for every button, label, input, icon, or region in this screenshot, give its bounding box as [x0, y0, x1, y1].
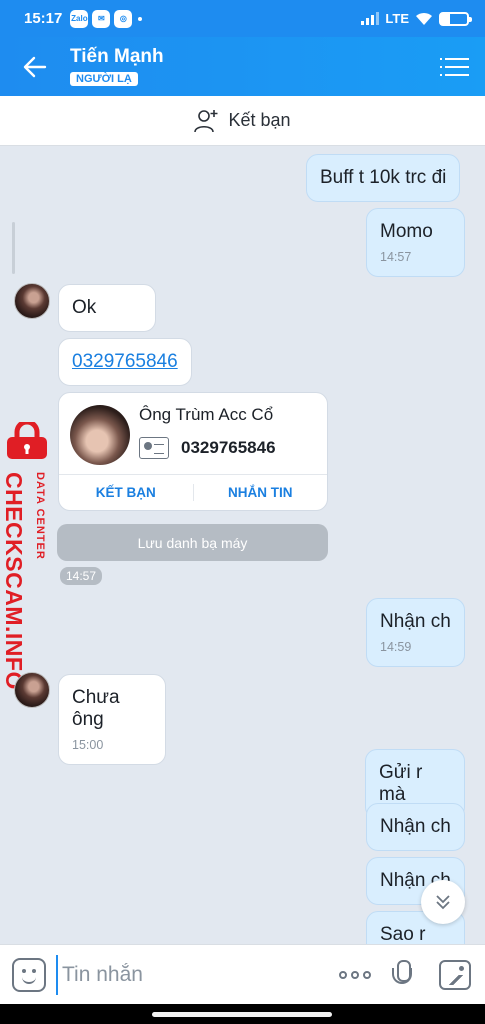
scroll-indicator — [12, 222, 15, 274]
messenger-icon: ✉ — [92, 9, 111, 28]
status-right: LTE — [361, 11, 472, 26]
lock-icon — [7, 422, 47, 459]
watermark: DATA CENTER CHECKSCAM.INFO — [1, 422, 56, 690]
message-time: 15:00 — [72, 738, 104, 752]
message-input[interactable] — [56, 954, 337, 995]
back-arrow-icon — [23, 56, 47, 77]
phone-link[interactable]: 0329765846 — [72, 351, 178, 373]
signal-icon — [361, 12, 380, 25]
message-input-bar — [0, 944, 485, 1004]
message-bubble[interactable]: Nhận ch — [366, 803, 465, 851]
system-nav-bar — [0, 1004, 485, 1024]
contact-avatar[interactable] — [14, 672, 50, 708]
chat-title[interactable]: Tiến Mạnh NGƯỜI LẠ — [70, 46, 429, 87]
more-icon[interactable] — [337, 958, 373, 992]
contact-card[interactable]: Ông Trùm Acc Cổ 0329765846 KẾT BẠN NHẮN … — [58, 392, 328, 511]
status-time: 15:17 — [24, 10, 63, 27]
message-bubble[interactable]: 0329765846 — [58, 338, 192, 386]
contact-avatar[interactable] — [14, 283, 50, 319]
time-chip: 14:57 — [60, 567, 103, 585]
menu-button[interactable] — [429, 37, 485, 96]
card-add-friend-button[interactable]: KẾT BẠN — [59, 475, 193, 510]
message-bubble[interactable]: Chưa ông 15:00 — [58, 674, 166, 765]
message-bubble[interactable]: Momo 14:57 — [366, 208, 465, 277]
message-time: 14:59 — [380, 640, 412, 654]
menu-line-icon — [440, 57, 469, 60]
message-text: Nhận ch — [380, 816, 451, 837]
stranger-badge: NGƯỜI LẠ — [70, 72, 138, 86]
message-text: Nhận ch — [380, 611, 451, 632]
message-bubble[interactable]: Buff t 10k trc đi — [306, 154, 461, 202]
message-text: Ok — [72, 297, 97, 318]
home-indicator[interactable] — [152, 1012, 332, 1017]
add-friend-label: Kết bạn — [228, 110, 291, 130]
network-type: LTE — [385, 11, 409, 26]
message-text: Buff t 10k trc đi — [320, 167, 447, 188]
add-friend-button[interactable]: Kết bạn — [0, 96, 485, 146]
zalo-icon: Zalo — [70, 9, 89, 28]
contact-name: Tiến Mạnh — [70, 46, 164, 67]
card-phone: 0329765846 — [181, 438, 276, 457]
notification-dot-icon — [138, 16, 143, 21]
watermark-big-text: CHECKSCAM.INFO — [1, 472, 27, 690]
messenger-lite-icon: ◎ — [114, 9, 133, 28]
message-text: Sao r — [380, 924, 426, 945]
double-chevron-down-icon — [436, 895, 450, 910]
scroll-to-bottom-button[interactable] — [421, 880, 465, 924]
chat-header: Tiến Mạnh NGƯỜI LẠ — [0, 37, 485, 96]
watermark-small-text: DATA CENTER — [34, 472, 46, 560]
card-actions: KẾT BẠN NHẮN TIN — [59, 474, 327, 510]
battery-icon — [439, 11, 472, 26]
card-phone-row: 0329765846 — [139, 437, 276, 459]
add-friend-icon — [194, 109, 218, 132]
message-bubble[interactable]: Nhận ch 14:59 — [366, 598, 465, 667]
menu-line-icon — [440, 65, 469, 68]
menu-line-icon — [440, 73, 469, 76]
card-message-button[interactable]: NHẮN TIN — [194, 475, 328, 510]
microphone-icon[interactable] — [389, 958, 415, 992]
message-text: Chưa ông — [72, 687, 120, 730]
status-bar: 15:17 Zalo ✉ ◎ LTE — [0, 0, 485, 37]
message-bubble[interactable]: Ok — [58, 284, 156, 332]
back-button[interactable] — [0, 37, 70, 96]
message-text: Gửi r mà — [379, 762, 423, 805]
id-card-icon — [139, 437, 169, 459]
message-time: 14:57 — [380, 250, 412, 264]
chat-screen: 15:17 Zalo ✉ ◎ LTE Tiến Mạnh NGƯỜI LẠ Kế… — [0, 0, 485, 1024]
card-avatar — [70, 405, 130, 465]
emoji-icon[interactable] — [12, 957, 46, 992]
message-text: Momo — [380, 221, 433, 242]
image-icon[interactable] — [439, 959, 471, 990]
save-contact-button[interactable]: Lưu danh bạ máy — [57, 524, 328, 561]
card-name: Ông Trùm Acc Cổ — [139, 405, 274, 424]
wifi-icon — [416, 12, 432, 25]
